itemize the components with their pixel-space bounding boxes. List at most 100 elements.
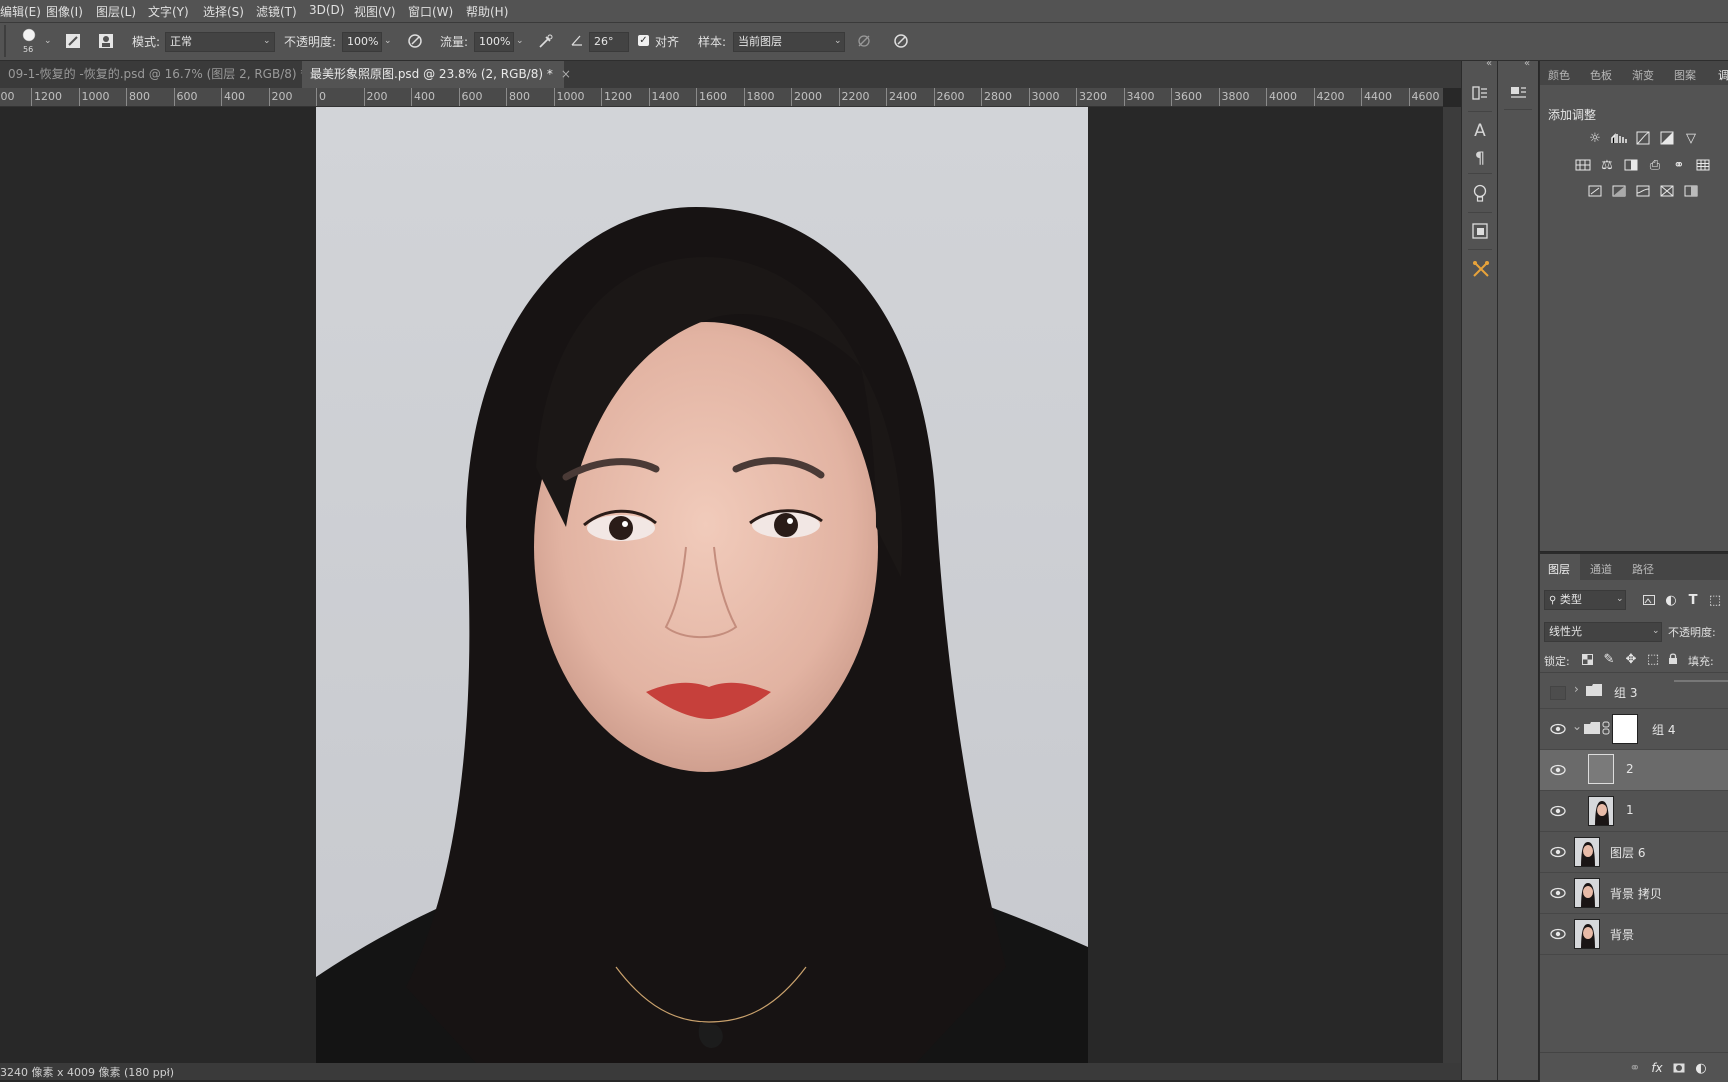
mode-dropdown-icon[interactable]: ⌄ <box>263 36 271 46</box>
blend-dropdown-icon[interactable]: ⌄ <box>1652 626 1660 636</box>
tab-gradients[interactable]: 渐变 <box>1632 67 1654 83</box>
layer-row-1[interactable]: 1 <box>1540 791 1728 832</box>
tab-swatches[interactable]: 色板 <box>1590 67 1612 83</box>
expand-chevron-icon[interactable]: › <box>1574 682 1579 696</box>
opacity-dropdown-icon[interactable]: ⌄ <box>384 36 392 46</box>
menu-image[interactable]: 图像(I) <box>46 3 83 20</box>
tab-document-1[interactable]: 09-1-恢复的 -恢复的.psd @ 16.7% (图层 2, RGB/8) … <box>0 61 324 88</box>
flow-dropdown-icon[interactable]: ⌄ <box>516 36 524 46</box>
tool-presets-icon[interactable] <box>1470 258 1492 280</box>
eye-icon[interactable] <box>1550 723 1566 735</box>
layer-row-background-copy[interactable]: 背景 拷贝 <box>1540 873 1728 914</box>
eye-icon[interactable] <box>1550 846 1566 858</box>
lock-pixels-icon[interactable]: ✎ <box>1600 651 1618 667</box>
character-panel-icon[interactable]: A <box>1470 121 1490 141</box>
horizontal-ruler[interactable]: 1400120010008006004002000200400600800100… <box>0 88 1443 107</box>
menu-window[interactable]: 窗口(W) <box>408 3 453 20</box>
clone-source-icon[interactable] <box>97 32 115 50</box>
pressure-size-icon[interactable] <box>892 32 910 50</box>
menu-edit[interactable]: 编辑(E) <box>0 3 41 20</box>
menu-select[interactable]: 选择(S) <box>203 3 244 20</box>
threshold-icon[interactable] <box>1634 183 1652 199</box>
opacity-field[interactable]: 100% <box>342 32 382 52</box>
angle-field[interactable]: 26° <box>589 32 629 52</box>
vertical-scrollbar[interactable] <box>1443 107 1461 1063</box>
filter-adjustment-icon[interactable]: ◐ <box>1662 592 1680 608</box>
lock-all-icon[interactable] <box>1664 651 1682 667</box>
tab-layers[interactable]: 图层 <box>1548 561 1570 577</box>
curves-icon[interactable] <box>1634 130 1652 146</box>
libraries-icon[interactable] <box>1470 221 1490 241</box>
layer-filter-select[interactable]: ⚲ 类型 <box>1544 590 1626 610</box>
status-menu-icon[interactable]: › <box>166 1064 170 1077</box>
paragraph-panel-icon[interactable]: ¶ <box>1470 147 1490 167</box>
levels-icon[interactable] <box>1610 130 1628 146</box>
learn-icon[interactable] <box>1470 183 1490 205</box>
eye-icon[interactable] <box>1550 764 1566 776</box>
lock-position-icon[interactable]: ✥ <box>1622 651 1640 667</box>
properties-icon[interactable] <box>1508 83 1528 103</box>
align-checkbox[interactable]: ✓ <box>638 35 649 46</box>
document-canvas-image[interactable] <box>316 107 1088 1063</box>
ignore-adjustment-layers-icon[interactable] <box>855 32 873 50</box>
vibrance-icon[interactable]: ▽ <box>1682 130 1700 146</box>
eye-icon[interactable] <box>1550 928 1566 940</box>
tab-channels[interactable]: 通道 <box>1590 561 1612 577</box>
mode-select[interactable]: 正常 <box>165 32 275 52</box>
layer-row-group-4[interactable]: ⌄ 组 4 <box>1540 709 1728 750</box>
posterize-icon[interactable] <box>1610 183 1628 199</box>
new-adjustment-layer-icon[interactable]: ◐ <box>1692 1060 1710 1076</box>
tab-paths[interactable]: 路径 <box>1632 561 1654 577</box>
collapse-panel-icon[interactable]: « <box>1524 58 1530 69</box>
tab-adjustments[interactable]: 调 <box>1718 67 1728 83</box>
blend-mode-select[interactable]: 线性光 <box>1544 622 1662 642</box>
pressure-opacity-icon[interactable] <box>406 32 424 50</box>
airbrush-icon[interactable] <box>537 32 555 50</box>
collapse-panel-icon[interactable]: « <box>1486 58 1492 69</box>
invert-icon[interactable] <box>1586 183 1604 199</box>
brush-settings-icon[interactable] <box>64 32 82 50</box>
lock-artboard-icon[interactable]: ⬚ <box>1644 651 1662 667</box>
lock-transparent-icon[interactable] <box>1578 651 1596 667</box>
menu-layer[interactable]: 图层(L) <box>96 3 136 20</box>
photo-filter-icon[interactable]: ⎙ <box>1646 157 1664 173</box>
link-layers-icon[interactable]: ⚭ <box>1626 1060 1644 1076</box>
menu-help[interactable]: 帮助(H) <box>466 3 508 20</box>
gradient-map-icon[interactable] <box>1682 183 1700 199</box>
color-lookup-icon[interactable] <box>1694 157 1712 173</box>
black-white-icon[interactable] <box>1622 157 1640 173</box>
filter-shape-icon[interactable]: ⬚ <box>1706 592 1724 608</box>
layer-row-group-3[interactable]: › 组 3 <box>1540 674 1728 709</box>
menu-view[interactable]: 视图(V) <box>354 3 396 20</box>
menu-3d[interactable]: 3D(D) <box>309 3 344 17</box>
menu-type[interactable]: 文字(Y) <box>148 3 189 20</box>
eye-icon[interactable] <box>1550 805 1566 817</box>
eye-icon[interactable] <box>1550 887 1566 899</box>
filter-pixel-icon[interactable] <box>1640 592 1658 608</box>
tab-document-2[interactable]: 最美形象照原图.psd @ 23.8% (2, RGB/8) * × <box>302 61 571 88</box>
close-icon[interactable]: × <box>561 67 571 81</box>
add-mask-icon[interactable] <box>1670 1060 1688 1076</box>
layer-mask-thumbnail[interactable] <box>1612 714 1638 744</box>
hue-saturation-icon[interactable] <box>1574 157 1592 173</box>
brush-preset-dropdown-icon[interactable]: ⌄ <box>44 36 52 46</box>
brightness-contrast-icon[interactable]: ☼ <box>1586 130 1604 146</box>
layer-row-background[interactable]: 背景 <box>1540 914 1728 955</box>
filter-type-icon[interactable]: T <box>1684 592 1702 608</box>
sample-dropdown-icon[interactable]: ⌄ <box>834 36 842 46</box>
brush-preset-icon[interactable] <box>18 26 40 44</box>
menu-filter[interactable]: 滤镜(T) <box>256 3 297 20</box>
channel-mixer-icon[interactable]: ⚭ <box>1670 157 1688 173</box>
collapse-chevron-icon[interactable]: ⌄ <box>1572 719 1582 733</box>
exposure-icon[interactable] <box>1658 130 1676 146</box>
sample-select[interactable]: 当前图层 <box>733 32 845 52</box>
layer-row-2[interactable]: 2 <box>1540 750 1728 791</box>
filter-dropdown-icon[interactable]: ⌄ <box>1616 594 1624 604</box>
layer-row-layer-6[interactable]: 图层 6 <box>1540 832 1728 873</box>
color-balance-icon[interactable]: ⚖ <box>1598 157 1616 173</box>
history-icon[interactable] <box>1470 83 1490 103</box>
flow-field[interactable]: 100% <box>474 32 514 52</box>
layer-style-icon[interactable]: fx <box>1648 1060 1666 1076</box>
tab-patterns[interactable]: 图案 <box>1674 67 1696 83</box>
tab-color[interactable]: 颜色 <box>1548 67 1570 83</box>
